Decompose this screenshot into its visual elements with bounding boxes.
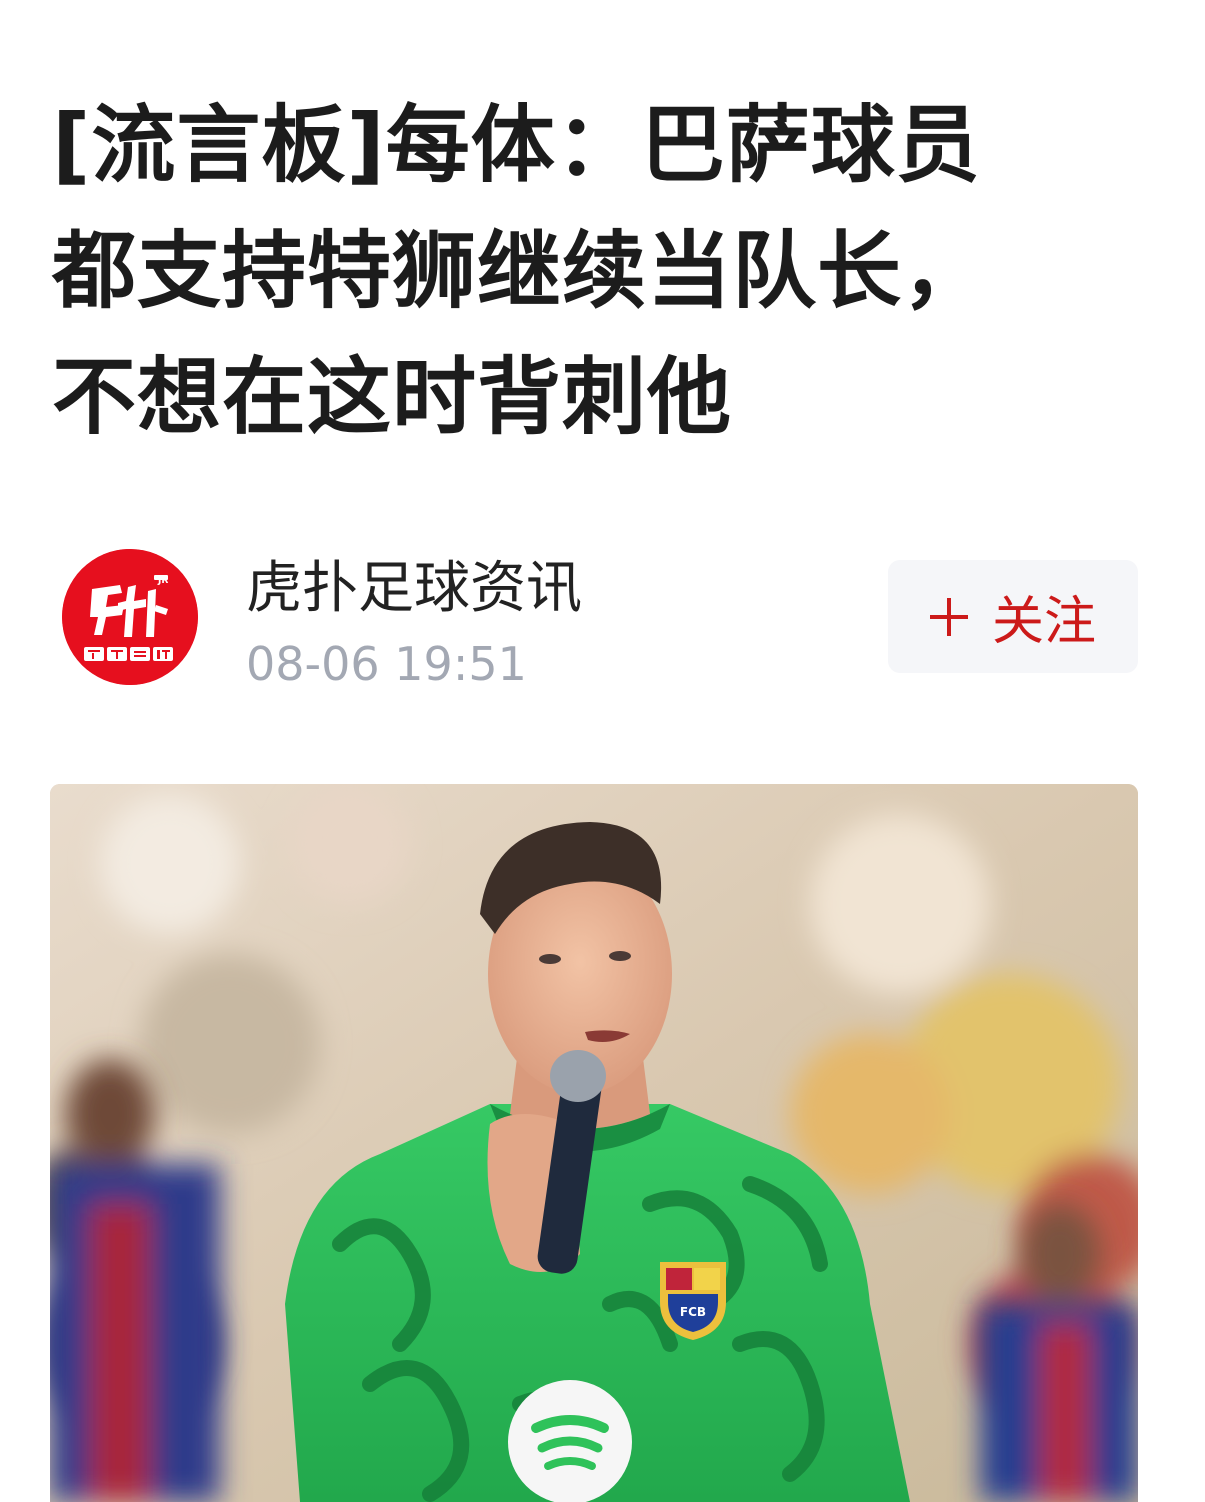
follow-button[interactable]: 关注 bbox=[888, 560, 1138, 673]
title-line-1: [流言板]每体：巴萨球员 bbox=[52, 96, 981, 194]
author-avatar[interactable]: JR bbox=[62, 549, 198, 685]
hupu-logo-icon: JR bbox=[62, 549, 198, 685]
follow-label: 关注 bbox=[991, 592, 1096, 652]
hero-image[interactable]: FCB bbox=[50, 784, 1138, 1502]
badge-text: FCB bbox=[680, 1305, 706, 1319]
plus-icon bbox=[929, 597, 968, 636]
author-name[interactable]: 虎扑足球资讯 bbox=[246, 556, 582, 622]
title-line-3: 不想在这时背刺他 bbox=[52, 348, 733, 446]
post-time: 08-06 19:51 bbox=[246, 637, 527, 691]
svg-text:JR: JR bbox=[157, 576, 168, 586]
article-title: [流言板]每体：巴萨球员 都支持特狮继续当队长， 不想在这时背刺他 bbox=[52, 82, 1142, 460]
title-line-2: 都支持特狮继续当队长， bbox=[52, 222, 988, 320]
hero-photo: FCB bbox=[50, 784, 1138, 1502]
